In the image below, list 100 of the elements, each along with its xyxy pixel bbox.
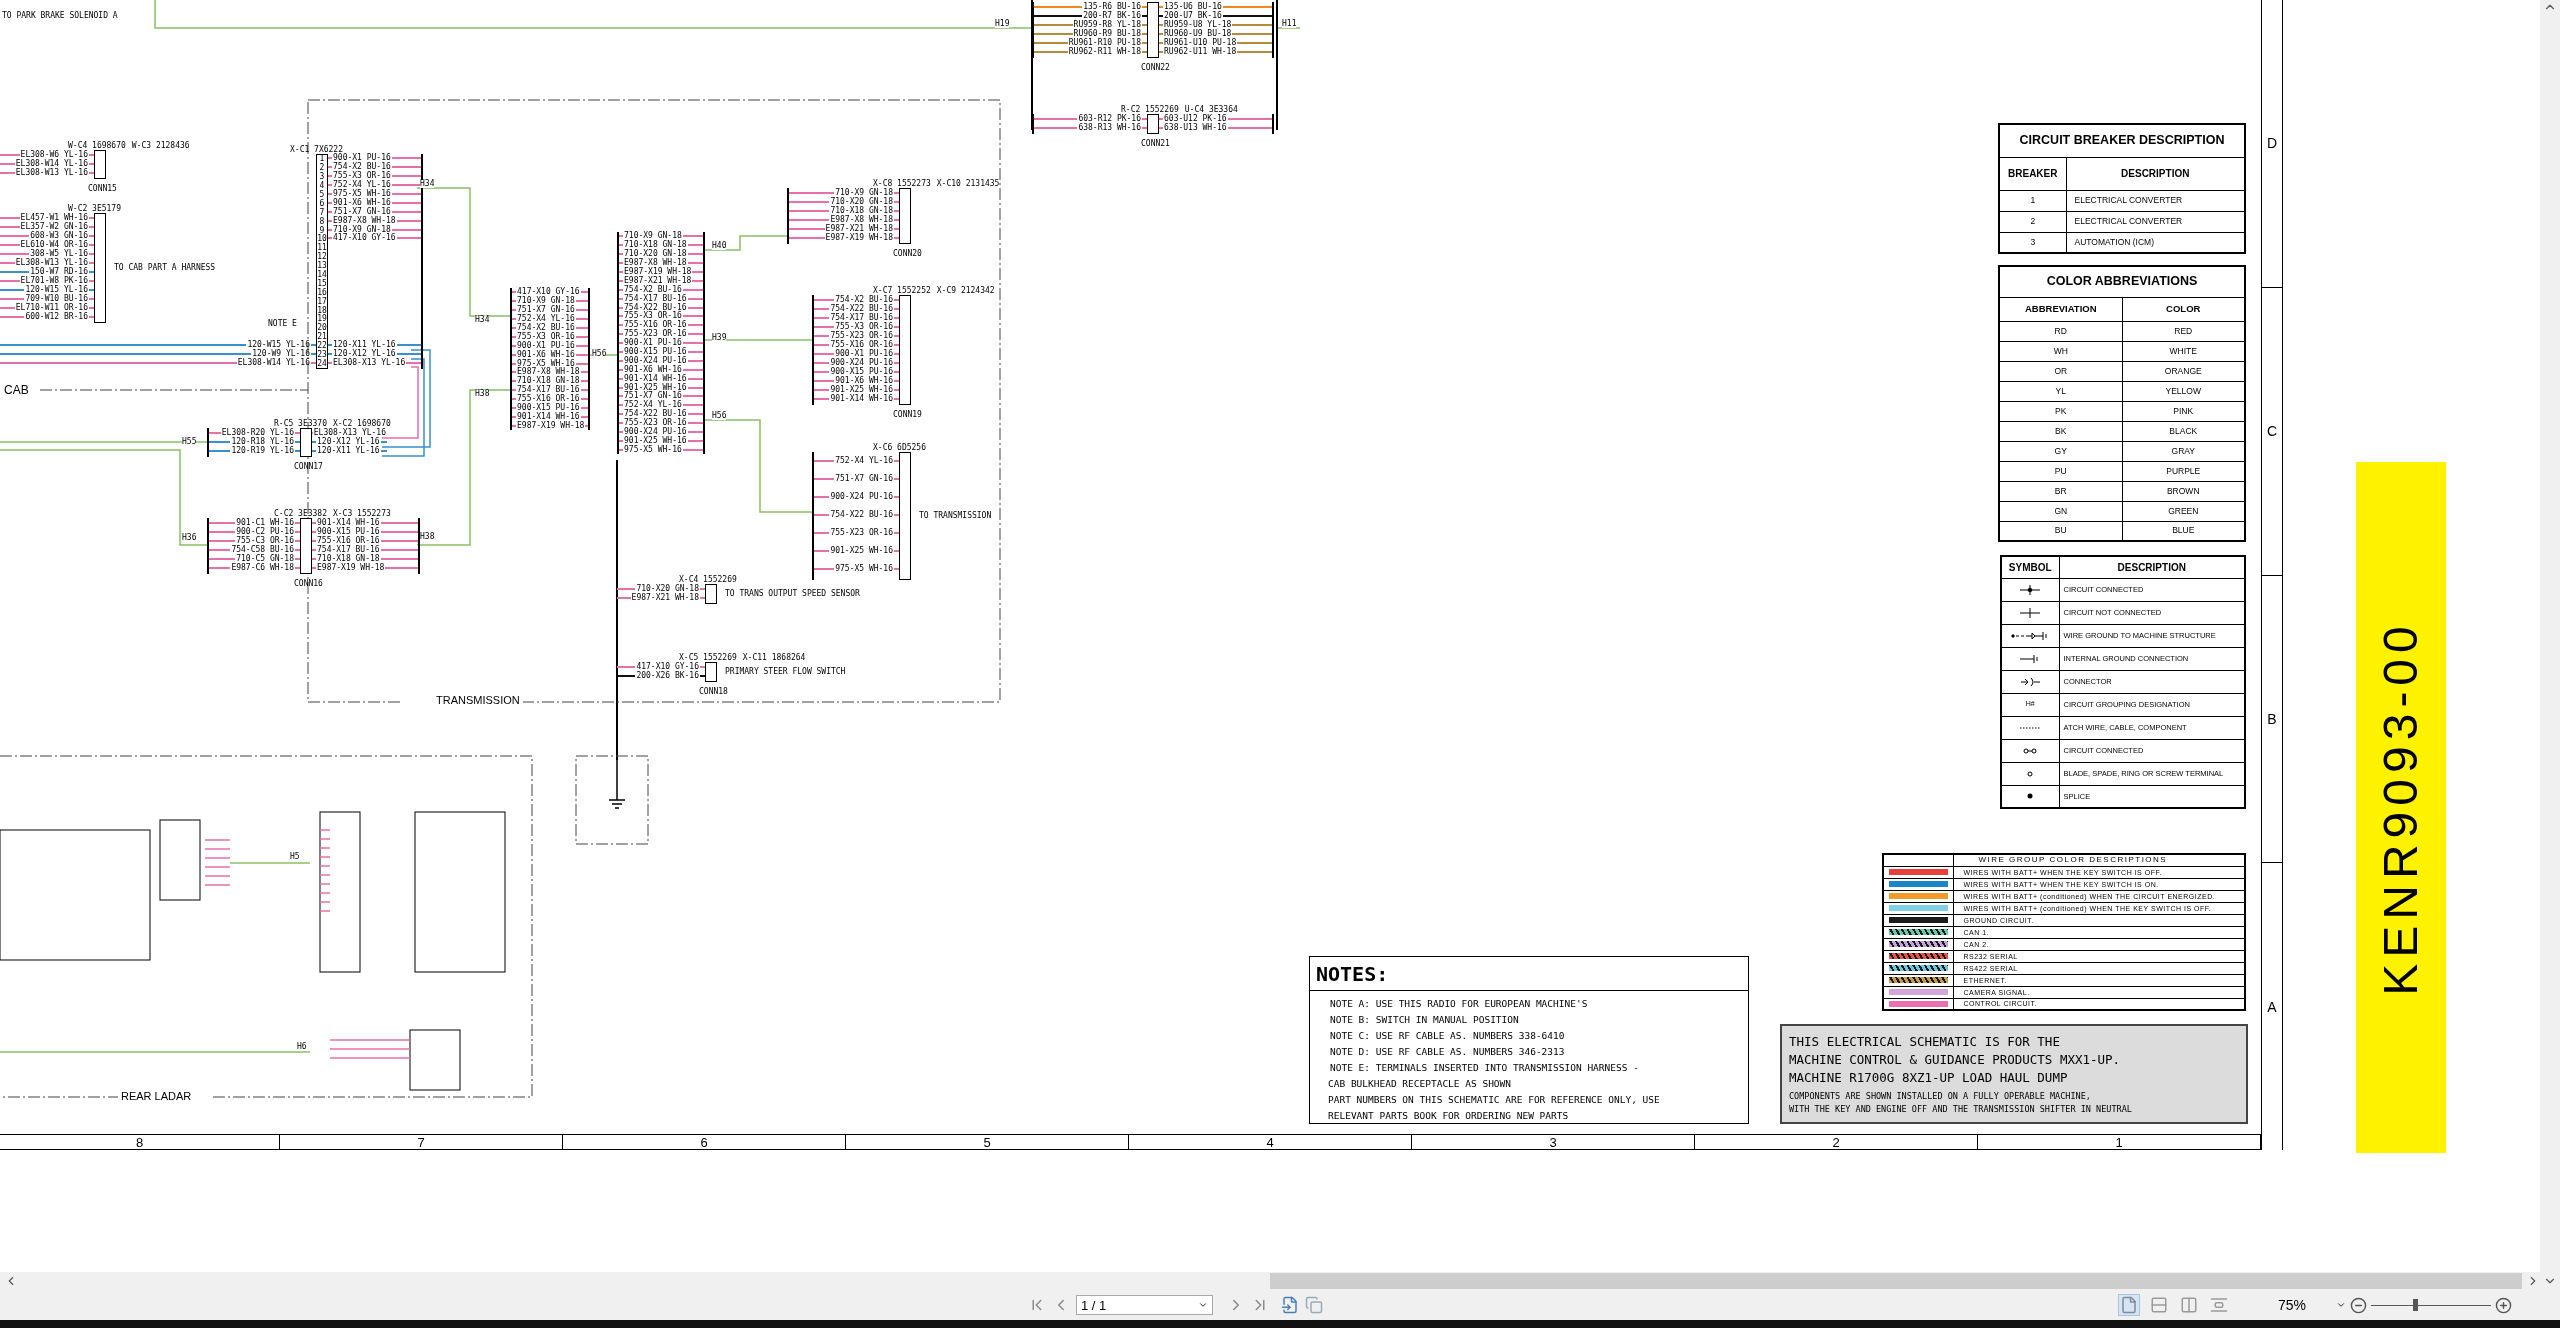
grid-row-letter: A — [2267, 999, 2277, 1014]
wire-label: EL457-W1 WH-16 — [19, 213, 89, 222]
wire-label: 900-X1 PU-16 — [333, 154, 392, 163]
wire-label: 901-X14 WH-16 — [829, 394, 894, 403]
circuit-label: H39 — [712, 334, 727, 342]
wire-label: RU960-U9 BU-18 — [1163, 29, 1233, 38]
circuit-label: NOTE E — [268, 320, 297, 328]
wire-label: 710-X9 GN-18 — [332, 225, 391, 234]
wire-label: 900-X15 PU-16 — [516, 404, 581, 412]
wire-label: 900-X15 PU-16 — [829, 367, 894, 376]
pin-number: 22 — [317, 342, 327, 351]
table-cell: GY — [1999, 441, 2122, 461]
view-mode-button[interactable] — [2118, 1294, 2140, 1316]
note-line: CAB BULKHEAD RECEPTACLE AS SHOWN — [1328, 1077, 1513, 1091]
wire-label: 901-X25 WH-16 — [829, 385, 894, 394]
wire-label: 900-X24 PU-16 — [623, 356, 688, 365]
wire-label: 751-X7 GN-16 — [623, 392, 683, 401]
wire-label: 755-X3 OR-16 — [834, 322, 894, 331]
zoom-dropdown-icon[interactable] — [2336, 1300, 2346, 1310]
wire-label: 900-X1 PU-16 — [623, 339, 682, 348]
zoom-percentage[interactable]: 75% — [2278, 1294, 2328, 1316]
copy-icon[interactable] — [1305, 1296, 1323, 1314]
connector-body — [300, 428, 312, 457]
wire-label: 752-X4 YL-16 — [834, 457, 894, 465]
wire-label: E987-X19 WH-18 — [623, 268, 693, 276]
wire-label: RU962-R11 WH-18 — [1067, 47, 1142, 56]
grid-row-letter: C — [2266, 424, 2278, 439]
grid-column-number: 3 — [1549, 1135, 1557, 1149]
area-title: TRANSMISSION — [433, 695, 523, 706]
wire-label: 755-X23 OR-16 — [829, 331, 894, 340]
wire-label: 754-X17 BU-16 — [516, 386, 581, 395]
wire-label: 754-X22 BU-16 — [829, 304, 894, 313]
pin-number: 11 — [317, 244, 327, 253]
wire-label: 710-X20 GN-18 — [623, 250, 688, 259]
pin-number: 13 — [317, 262, 327, 271]
grid-column-number: 8 — [135, 1135, 144, 1149]
wire-label: 754-X2 BU-16 — [623, 285, 683, 294]
pin-number: 18 — [317, 306, 327, 315]
wire-label: 120-X12 YL-16 — [332, 350, 396, 359]
connector-label: W-C2 3E5179 — [68, 205, 121, 213]
wire-label: EL308-W6 YL-16 — [19, 150, 89, 159]
wire-label: 120-R19 YL-16 — [230, 446, 295, 455]
grid-column-number: 4 — [1266, 1135, 1274, 1149]
scrollbar-thumb[interactable] — [1270, 1273, 2522, 1289]
zoom-slider[interactable] — [2371, 1298, 2491, 1312]
zoom-out-icon[interactable] — [2350, 1296, 2367, 1314]
wire-label: 900-X1 PU-16 — [834, 349, 894, 358]
wire-label: 120-X11 YL-16 — [316, 446, 381, 455]
wire-label: 200-X26 BK-16 — [635, 671, 700, 680]
connector-name: CONN16 — [294, 580, 323, 588]
terminal-icon — [2027, 770, 2034, 777]
wire-label: 120-W9 YL-16 — [252, 350, 311, 359]
connector-note: TO TRANSMISSION — [919, 512, 992, 520]
wire-label: 751-X7 GN-16 — [332, 207, 392, 216]
wire-label: 710-C5 GN-18 — [235, 554, 295, 563]
connector-label: X-C1 7X6222 — [290, 146, 343, 154]
pin-number: 7 — [319, 208, 325, 217]
wire-label: 755-X16 OR-16 — [829, 340, 894, 349]
wire-label: 755-X16 OR-16 — [316, 536, 381, 545]
wire-label: 975-X5 WH-16 — [516, 359, 575, 368]
wire-label: 755-X3 OR-16 — [332, 172, 392, 181]
zoom-in-icon[interactable] — [2495, 1296, 2512, 1314]
applicability-line: MACHINE CONTROL & GUIDANCE PRODUCTS MXX1-UP. — [1789, 1051, 2122, 1069]
connector-label: W-C3 2128436 — [131, 142, 190, 150]
wire-label: E987-X8 WH-18 — [332, 216, 397, 225]
wire-label: EL308-X13 YL-16 — [332, 358, 407, 367]
wire-label: 710-X18 GN-18 — [623, 241, 688, 250]
wire-label: EL308-R20 YL-16 — [220, 428, 295, 437]
wire-label: 900-C2 PU-16 — [235, 527, 295, 536]
wire-label: 120-X11 YL-16 — [332, 341, 397, 350]
wire-label: 751-X7 GN-16 — [834, 475, 894, 483]
wire-label: 901-X25 WH-16 — [829, 547, 894, 555]
circuit-label: H55 — [182, 438, 197, 446]
wire-label: 900-X15 PU-16 — [316, 527, 381, 536]
wire-label: 600-W12 BR-16 — [24, 312, 89, 321]
pin-number: 9 — [319, 226, 325, 235]
connector-name: CONN18 — [699, 688, 728, 696]
column-header: BREAKER — [1999, 157, 2066, 190]
table-cell: BR — [1999, 481, 2122, 501]
table-cell: RD — [1999, 321, 2122, 341]
zoom-slider-thumb[interactable] — [2413, 1299, 2419, 1311]
page-number-field[interactable]: 1 / 1 — [1076, 1295, 1213, 1315]
module-drawing — [409, 1029, 461, 1091]
wire-label: 710-X20 GN-18 — [635, 584, 700, 593]
pin-number: 12 — [317, 253, 327, 262]
connector-label: X-C11 1868264 — [742, 654, 806, 662]
wire-label: EL308-W14 YL-16 — [14, 159, 89, 168]
wire-label: RU961-R10 PU-18 — [1067, 38, 1142, 47]
wire-label: E987-X8 WH-18 — [829, 215, 894, 224]
wire-label: 900-X24 PU-16 — [829, 358, 894, 367]
wire-label: 135-U6 BU-16 — [1163, 2, 1223, 11]
grid-row-letter: D — [2266, 136, 2278, 151]
grid-row-letter: B — [2267, 711, 2277, 726]
pin-number: 15 — [317, 279, 327, 288]
circuit-label: H11 — [1282, 20, 1297, 28]
table-cell: GN — [1999, 501, 2122, 521]
connector-name: CONN22 — [1141, 64, 1170, 72]
grid-column-number: 2 — [1832, 1135, 1840, 1149]
connector-label: U-C4 3E3364 — [1184, 106, 1238, 114]
page-icon[interactable] — [1281, 1296, 1299, 1314]
